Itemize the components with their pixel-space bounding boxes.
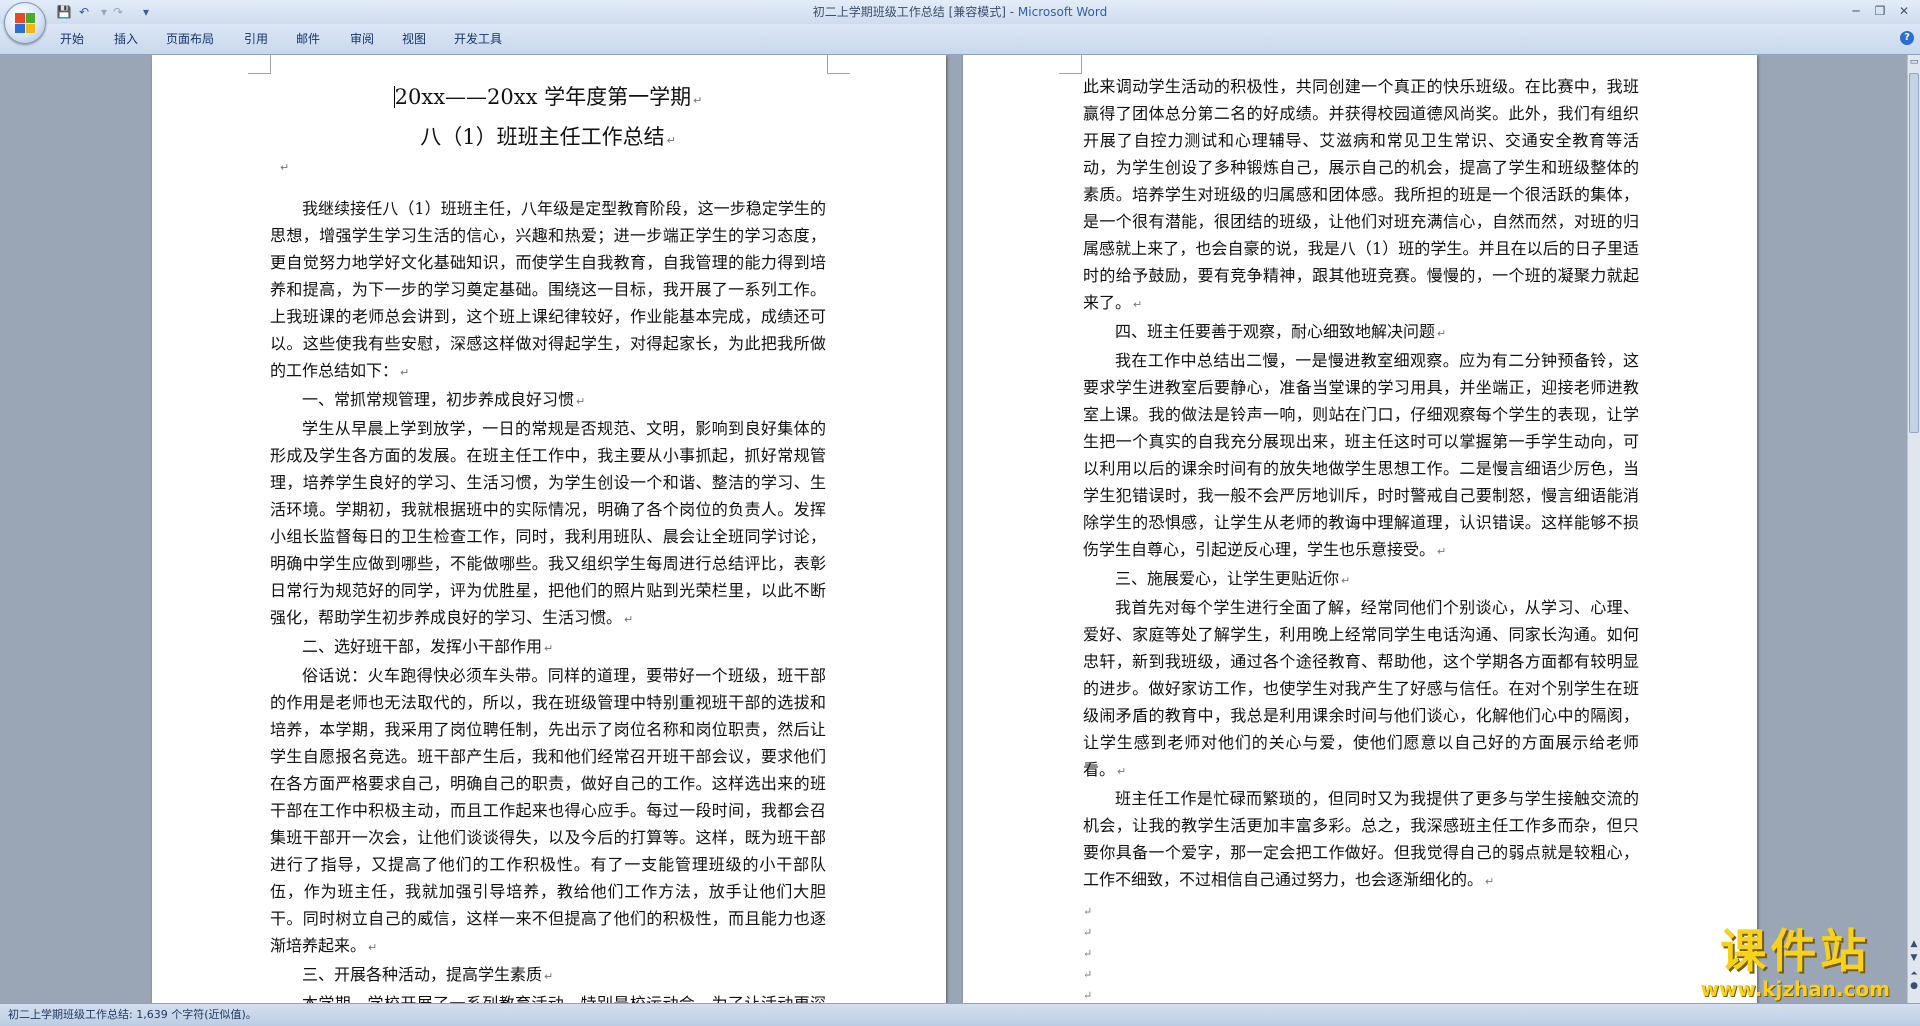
body-paragraph: 我在工作中总结出二慢，一是慢进教室细观察。应为有二分钟预备铃，这要求学生进教室后… (1083, 347, 1639, 565)
paragraph-mark: ↵ (1133, 298, 1143, 311)
body-paragraph: 班主任工作是忙碌而繁琐的，但同时又为我提供了更多与学生接触交流的机会，让我的教学… (1083, 785, 1639, 895)
margin-corner-mark (248, 55, 271, 74)
section-heading: 三、施展爱心，让学生更贴近你 ↵ (1083, 565, 1639, 594)
select-browse-object-icon[interactable]: ● (1908, 979, 1920, 993)
tab-references[interactable]: 引用 (244, 30, 268, 48)
page-left[interactable]: 20xx——20xx 学年度第一学期 ↵ 八（1）班班主任工作总结 ↵ ↵ 我继续接… (152, 55, 946, 1003)
tab-insert[interactable]: 插入 (114, 30, 138, 48)
section-heading: 三、开展各种活动，提高学生素质 ↵ (270, 961, 826, 990)
paragraph-text: 二、选好班干部，发挥小干部作用 (302, 637, 543, 656)
right-page-body[interactable]: 此来调动学生活动的积极性，共同创建一个真正的快乐班级。在比赛中，我班赢得了团体总… (1083, 73, 1639, 1003)
paragraph-text: 此来调动学生活动的积极性，共同创建一个真正的快乐班级。在比赛中，我班赢得了团体总… (1083, 77, 1639, 312)
tab-review[interactable]: 审阅 (350, 30, 374, 48)
paragraph-mark: ↵ (666, 134, 676, 147)
section-heading: 一、常抓常规管理，初步养成良好习惯 ↵ (270, 386, 826, 415)
body-paragraph: 学生从早晨上学到放学，一日的常规是否规范、文明，影响到良好集体的形成及学生各方面… (270, 415, 826, 633)
title-line-1-text: 20xx——20xx 学年度第一学期 (394, 85, 692, 109)
empty-paragraph-mark: ↵ (1083, 989, 1093, 1002)
tab-developer[interactable]: 开发工具 (454, 30, 502, 48)
paragraph-text: 三、开展各种活动，提高学生素质 (302, 965, 543, 984)
paragraph-text: 班主任工作是忙碌而繁琐的，但同时又为我提供了更多与学生接触交流的机会，让我的教学… (1083, 789, 1639, 889)
body-paragraph: 俗话说：火车跑得快必须车头带。同样的道理，要带好一个班级，班干部的作用是老师也无… (270, 662, 826, 961)
scroll-down-icon[interactable]: ▼ (1908, 951, 1920, 965)
minimize-icon[interactable]: ─ (1844, 2, 1868, 20)
watermark-url: www.kjzhan.com (1700, 977, 1890, 1001)
paragraph-text: 一、常抓常规管理，初步养成良好习惯 (302, 390, 575, 409)
paragraph-text: 四、班主任要善于观察，耐心细致地解决问题 (1115, 322, 1436, 341)
empty-paragraph-mark: ↵ (1083, 968, 1093, 981)
margin-corner-mark (827, 55, 850, 74)
paragraph-text: 俗话说：火车跑得快必须车头带。同样的道理，要带好一个班级，班干部的作用是老师也无… (270, 666, 826, 955)
paragraph-mark: ↵ (1437, 327, 1447, 340)
paragraph-text: 本学期，学校开展了一系列教育活动，特别是校运动会，为了让活动更深入、更具体、更全… (270, 994, 826, 1003)
tab-home[interactable]: 开始 (60, 30, 84, 48)
paragraph-text: 三、施展爱心，让学生更贴近你 (1115, 569, 1340, 588)
paragraph-text: 我继续接任八（1）班班主任，八年级是定型教育阶段，这一步稳定学生的思想，增强学生… (270, 199, 826, 380)
empty-paragraph-mark: ↵ (1083, 905, 1093, 918)
margin-corner-mark (1059, 55, 1082, 74)
paragraph-text: 我在工作中总结出二慢，一是慢进教室细观察。应为有二分钟预备铃，这要求学生进教室后… (1083, 351, 1639, 559)
paragraph-mark: ↵ (544, 642, 554, 655)
document-title: 初二上学期班级工作总结 [兼容模式] - (812, 5, 1018, 19)
document-title-line-2: 八（1）班班主任工作总结 ↵ (270, 121, 826, 151)
empty-paragraph-mark: ↵ (1083, 926, 1093, 939)
paragraph-mark: ↵ (576, 395, 586, 408)
office-button[interactable] (4, 2, 46, 44)
watermark-title: 课件站 (1720, 924, 1871, 978)
restore-icon[interactable]: ❐ (1868, 2, 1892, 20)
page-right[interactable]: 此来调动学生活动的积极性，共同创建一个真正的快乐班级。在比赛中，我班赢得了团体总… (963, 55, 1757, 1003)
window-title: 初二上学期班级工作总结 [兼容模式] - Microsoft Word (0, 0, 1920, 24)
paragraph-mark: ↵ (1117, 765, 1127, 778)
vertical-scrollbar[interactable]: ▭ ▲ ▼ ⏶ ● (1907, 55, 1920, 1003)
body-paragraph: 本学期，学校开展了一系列教育活动，特别是校运动会，为了让活动更深入、更具体、更全… (270, 990, 826, 1003)
paragraph-text: 学生从早晨上学到放学，一日的常规是否规范、文明，影响到良好集体的形成及学生各方面… (270, 419, 826, 627)
paragraph-mark: ↵ (1437, 545, 1447, 558)
title-line-2-text: 八（1）班班主任工作总结 (420, 125, 665, 149)
section-heading: 二、选好班干部，发挥小干部作用 ↵ (270, 633, 826, 662)
paragraph-mark: ↵ (544, 970, 554, 983)
document-area[interactable]: 20xx——20xx 学年度第一学期 ↵ 八（1）班班主任工作总结 ↵ ↵ 我继续接… (0, 55, 1908, 1003)
body-paragraph: 此来调动学生活动的积极性，共同创建一个真正的快乐班级。在比赛中，我班赢得了团体总… (1083, 73, 1639, 318)
tab-mailings[interactable]: 邮件 (296, 30, 320, 48)
paragraph-text: 我首先对每个学生进行全面了解，经常同他们个别谈心，从学习、心理、爱好、家庭等处了… (1083, 598, 1639, 779)
section-heading: 四、班主任要善于观察，耐心细致地解决问题 ↵ (1083, 318, 1639, 347)
left-page-body[interactable]: 我继续接任八（1）班班主任，八年级是定型教育阶段，这一步稳定学生的思想，增强学生… (270, 195, 826, 1003)
paragraph-mark: ↵ (368, 941, 378, 954)
office-logo-icon (15, 13, 35, 33)
tab-page-layout[interactable]: 页面布局 (166, 30, 214, 48)
paragraph-mark: ↵ (1341, 574, 1351, 587)
close-icon[interactable]: ✕ (1892, 2, 1916, 20)
ribbon-tab-bar: 开始 插入 页面布局 引用 邮件 审阅 视图 开发工具 ? (0, 24, 1920, 55)
scroll-thumb[interactable] (1909, 73, 1919, 433)
title-bar: 💾 ↶ ▾ ↷ ▾ 初二上学期班级工作总结 [兼容模式] - Microsoft… (0, 0, 1920, 25)
watermark-logo: 课件站 www.kjzhan.com (1700, 925, 1890, 1001)
help-icon[interactable]: ? (1900, 31, 1914, 45)
paragraph-mark: ↵ (1485, 875, 1495, 888)
paragraph-mark: ↵ (693, 94, 703, 107)
body-paragraph: 我继续接任八（1）班班主任，八年级是定型教育阶段，这一步稳定学生的思想，增强学生… (270, 195, 826, 386)
empty-paragraph-mark: ↵ (1083, 947, 1093, 960)
paragraph-mark: ↵ (624, 613, 634, 626)
status-bar: 初二上学期班级工作总结: 1,639 个字符(近似值)。 (0, 1003, 1920, 1026)
status-word-count[interactable]: 初二上学期班级工作总结: 1,639 个字符(近似值)。 (8, 1004, 257, 1026)
app-name: Microsoft Word (1017, 5, 1108, 19)
document-title-line-1: 20xx——20xx 学年度第一学期 ↵ (270, 81, 826, 111)
scroll-up-icon[interactable]: ▲ (1908, 937, 1920, 951)
ruler-toggle-icon[interactable]: ▭ (1908, 55, 1920, 69)
tab-view[interactable]: 视图 (402, 30, 426, 48)
paragraph-mark: ↵ (400, 366, 410, 379)
body-paragraph: 我首先对每个学生进行全面了解，经常同他们个别谈心，从学习、心理、爱好、家庭等处了… (1083, 594, 1639, 785)
paragraph-mark: ↵ (280, 161, 290, 174)
